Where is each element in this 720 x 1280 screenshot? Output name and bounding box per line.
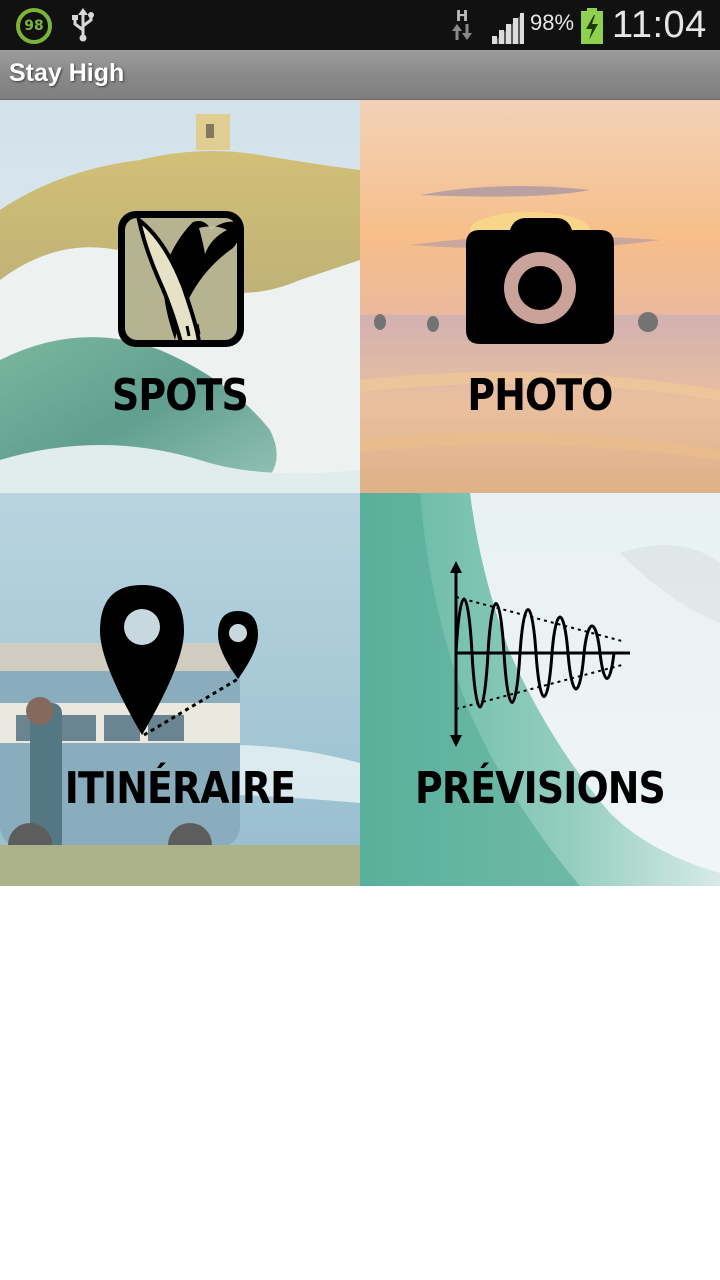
action-bar: Stay High	[0, 50, 720, 100]
usb-icon	[72, 8, 94, 42]
tile-photo[interactable]: PHOTO	[360, 100, 720, 493]
tile-photo-label: PHOTO	[467, 370, 613, 421]
data-arrows-icon	[452, 24, 472, 40]
notification-badge: 98	[16, 8, 52, 44]
tile-spots-label: SPOTS	[112, 370, 249, 421]
camera-icon	[466, 218, 614, 344]
app-title: Stay High	[9, 59, 125, 87]
network-type-label: H	[455, 7, 469, 25]
network-type-indicator: H	[449, 8, 475, 44]
status-bar: 98 H 98% 11:04	[0, 0, 720, 50]
battery-percent: 98%	[530, 10, 575, 35]
battery-charging-icon	[581, 8, 603, 44]
signal-icon	[492, 12, 524, 44]
clock: 11:04	[612, 4, 707, 46]
tile-previsions[interactable]: PRÉVISIONS	[360, 493, 720, 886]
surfboard-wave-icon	[118, 211, 244, 347]
tile-spots[interactable]: SPOTS	[0, 100, 360, 493]
tile-previsions-label: PRÉVISIONS	[415, 763, 666, 814]
wave-chart-icon	[450, 561, 630, 747]
map-pins-icon	[100, 585, 258, 737]
tile-itineraire[interactable]: ITINÉRAIRE	[0, 493, 360, 886]
menu-grid: SPOTS PHOTO ITINÉRAIRE PRÉVISIONS	[0, 100, 720, 886]
empty-content-area	[0, 886, 720, 1280]
tile-itineraire-label: ITINÉRAIRE	[64, 763, 296, 814]
